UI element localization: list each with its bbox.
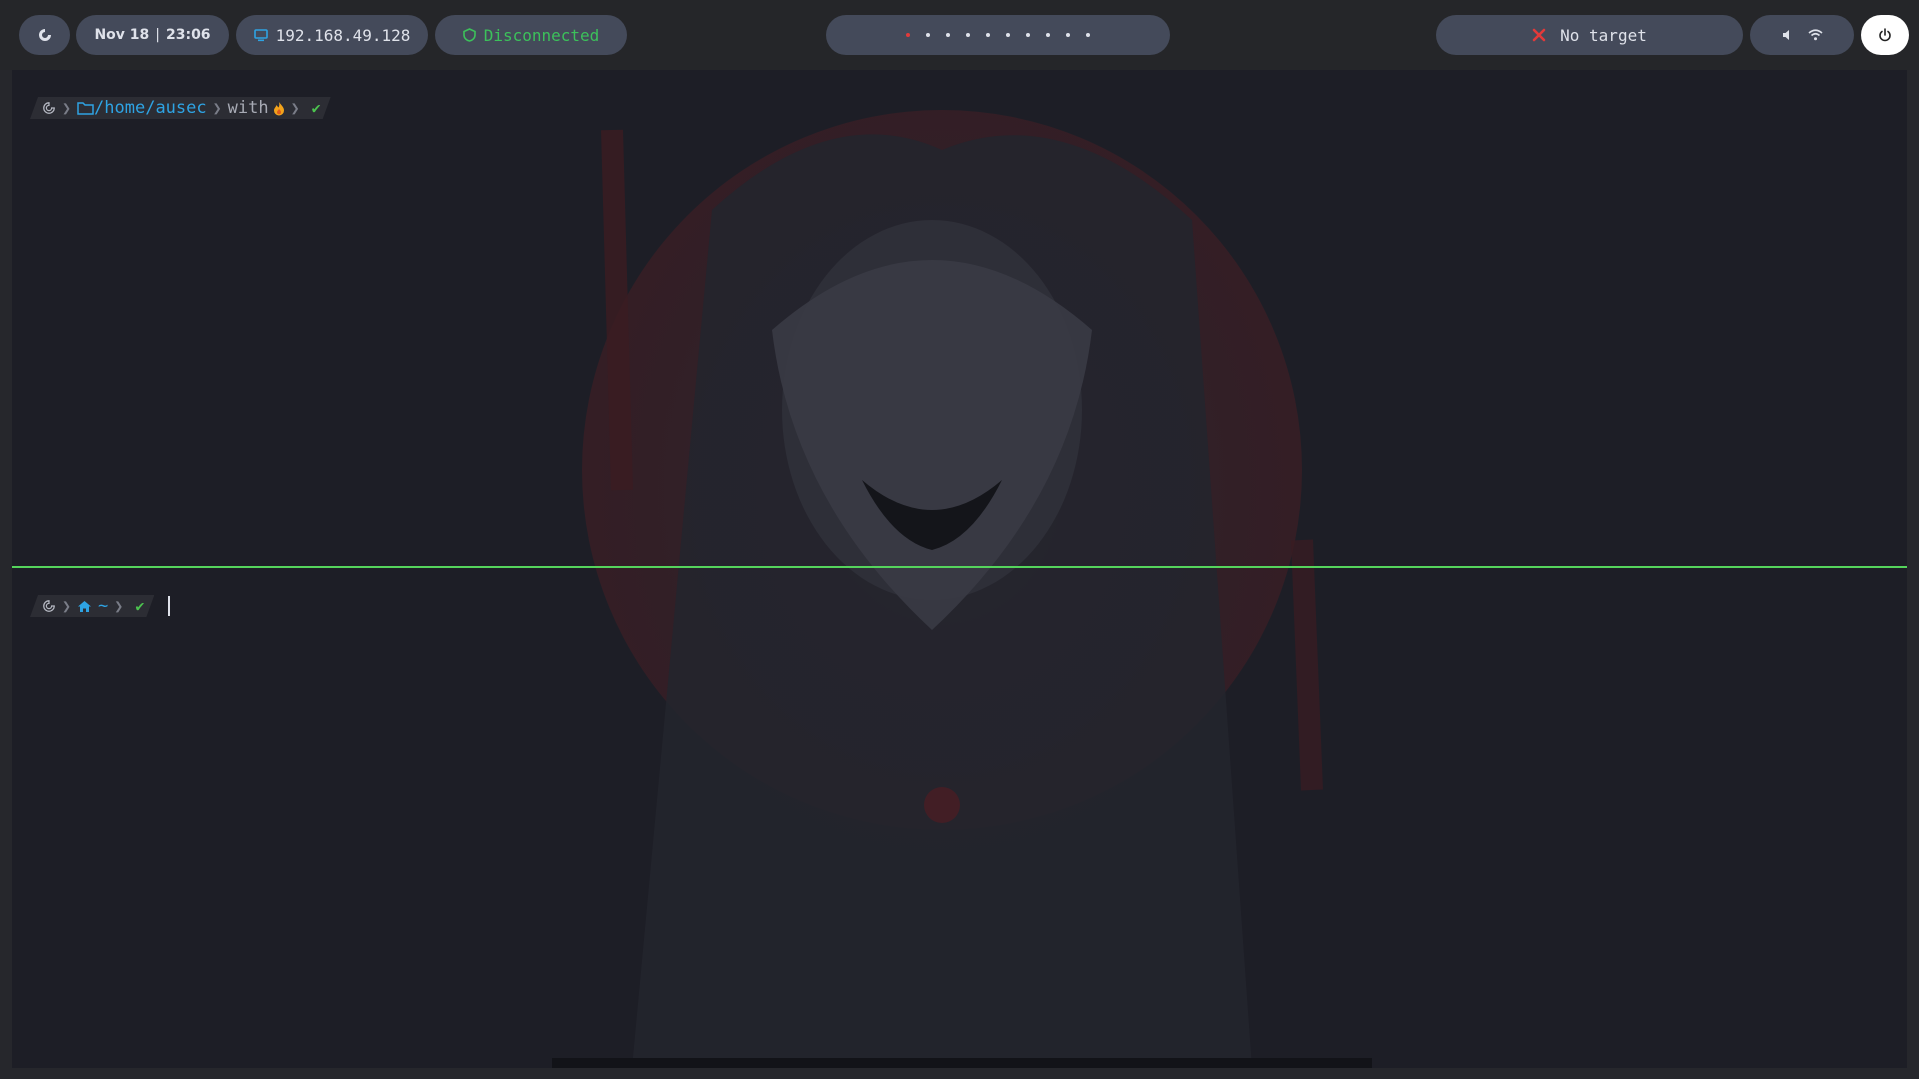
- text-cursor: [168, 596, 171, 616]
- chevron-right-icon: ❯: [212, 99, 222, 117]
- workspace-6[interactable]: [1006, 33, 1010, 37]
- home-icon: [77, 600, 92, 613]
- prompt-word: with: [227, 98, 269, 118]
- debian-swirl-icon: [42, 599, 56, 613]
- time-label: 23:06: [165, 27, 211, 43]
- system-tray: [1750, 15, 1854, 55]
- shell-prompt-top: ❯ /home/ausec ❯ with ❯ ✔: [30, 97, 331, 119]
- vpn-status-widget[interactable]: Disconnected: [435, 15, 627, 55]
- shell-prompt-bottom: ❯ ~ ❯ ✔: [30, 595, 171, 617]
- chevron-right-icon: ❯: [114, 597, 124, 615]
- cwd-path: ~: [98, 596, 109, 616]
- clock[interactable]: Nov 18 | 23:06: [76, 15, 229, 55]
- workspace-7[interactable]: [1026, 33, 1030, 37]
- wifi-icon[interactable]: [1807, 29, 1823, 41]
- chevron-right-icon: ❯: [62, 597, 72, 615]
- debian-swirl-icon: [37, 27, 53, 43]
- folder-icon: [77, 101, 94, 115]
- target-label: No target: [1560, 25, 1647, 45]
- monitor-icon: [253, 28, 268, 42]
- speaker-icon[interactable]: [1782, 29, 1792, 41]
- terminal-pane-top[interactable]: [12, 70, 1907, 566]
- launcher-button[interactable]: [19, 15, 70, 55]
- chevron-right-icon: ❯: [62, 99, 72, 117]
- prompt-segment: ❯ ~ ❯ ✔: [30, 595, 154, 617]
- chevron-right-icon: ❯: [290, 99, 300, 117]
- pane-divider[interactable]: [12, 566, 1907, 568]
- workspace-8[interactable]: [1046, 33, 1050, 37]
- shield-icon: [462, 28, 476, 42]
- fire-icon: [273, 101, 285, 116]
- power-button[interactable]: [1861, 15, 1909, 55]
- ip-address-label: 192.168.49.128: [275, 25, 411, 45]
- workspace-10[interactable]: [1086, 33, 1090, 37]
- vpn-status-label: Disconnected: [483, 25, 600, 45]
- check-icon: ✔: [135, 597, 145, 615]
- date-label: Nov 18: [94, 27, 150, 43]
- workspace-2[interactable]: [926, 33, 930, 37]
- x-icon: [1532, 28, 1546, 42]
- terminal-pane-bottom[interactable]: [12, 569, 1907, 1068]
- prompt-segment: ❯ /home/ausec ❯ with ❯ ✔: [30, 97, 331, 119]
- top-bar: Nov 18 | 23:06 192.168.49.128 Disconnect…: [0, 0, 1919, 70]
- ip-address-widget[interactable]: 192.168.49.128: [236, 15, 428, 55]
- clock-separator: |: [155, 27, 160, 43]
- power-icon: [1878, 28, 1892, 42]
- workspace-9[interactable]: [1066, 33, 1070, 37]
- check-icon: ✔: [311, 99, 321, 117]
- workspace-3[interactable]: [946, 33, 950, 37]
- workspace-1[interactable]: [906, 33, 910, 37]
- workspace-4[interactable]: [966, 33, 970, 37]
- workspace-switcher: [826, 15, 1170, 55]
- debian-swirl-icon: [42, 101, 56, 115]
- cwd-path: /home/ausec: [94, 98, 207, 118]
- target-widget[interactable]: No target: [1436, 15, 1743, 55]
- workspace-5[interactable]: [986, 33, 990, 37]
